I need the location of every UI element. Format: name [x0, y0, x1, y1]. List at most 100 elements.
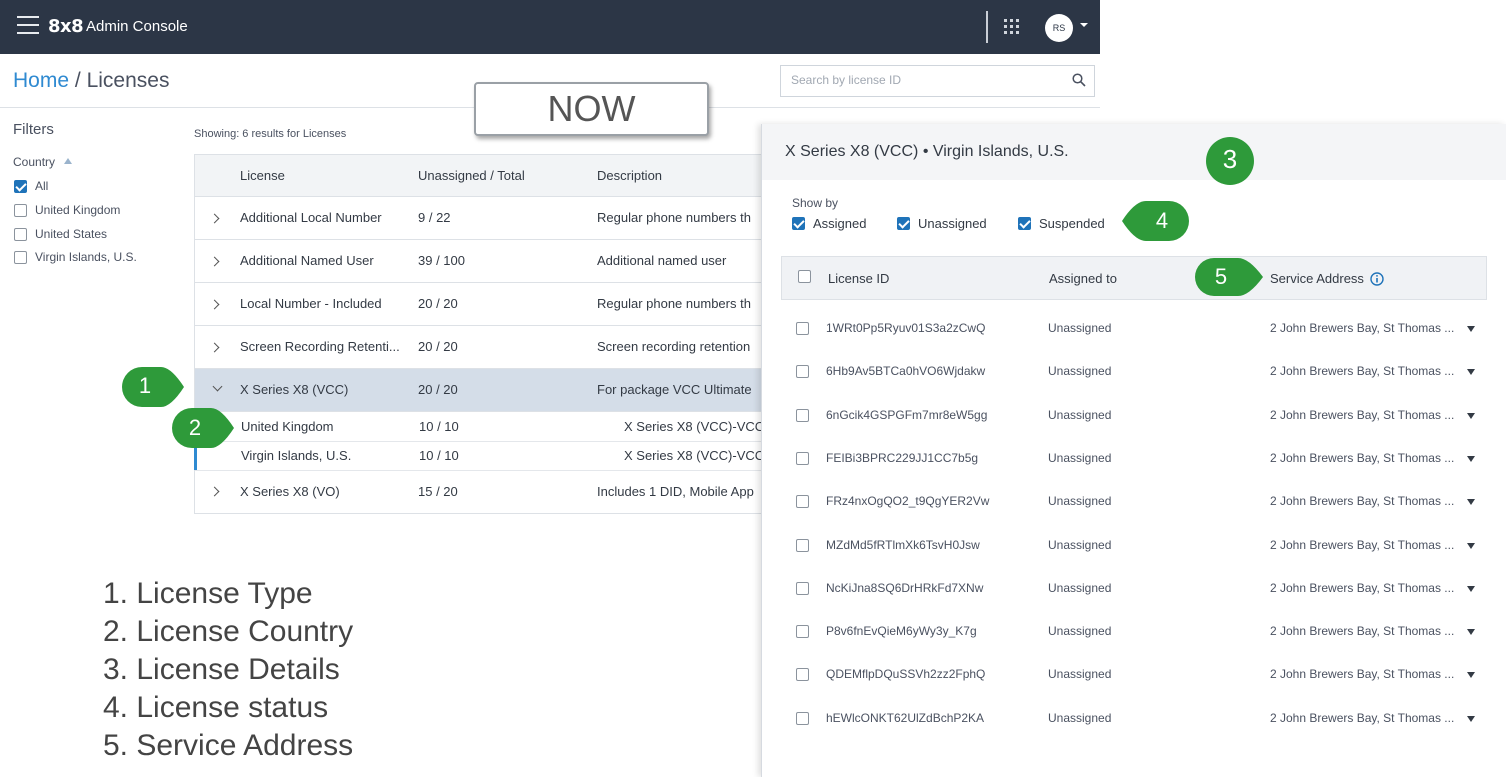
- search-box[interactable]: [780, 65, 1095, 97]
- table-row[interactable]: Screen Recording Retenti... 20 / 20 Scre…: [195, 326, 763, 369]
- caret-down-icon[interactable]: [1467, 326, 1475, 332]
- legend-item: 3. License Details: [103, 653, 340, 686]
- hamburger-icon[interactable]: [17, 16, 39, 34]
- license-description: Regular phone numbers th: [597, 296, 751, 311]
- chevron-right-icon[interactable]: [209, 213, 220, 224]
- apps-grid-icon[interactable]: [1004, 19, 1020, 35]
- filter-checkbox[interactable]: [14, 180, 27, 193]
- caret-down-icon[interactable]: [1467, 586, 1475, 592]
- service-address: 2 John Brewers Bay, St Thomas ...: [1270, 451, 1455, 465]
- breadcrumb-home-link[interactable]: Home: [13, 69, 69, 92]
- license-name: Additional Local Number: [240, 210, 382, 225]
- country-subrow[interactable]: Virgin Islands, U.S. 10 / 10 X Series X8…: [195, 442, 763, 471]
- brand-logo[interactable]: 8x8: [48, 16, 84, 37]
- license-id-row[interactable]: 6Hb9Av5BTCa0hVO6Wjdakw Unassigned 2 John B…: [781, 352, 1487, 395]
- license-id: FRz4nxOgQO2_t9QgYER2Vw: [826, 494, 990, 508]
- status-checkbox[interactable]: [1018, 217, 1031, 230]
- caret-down-icon[interactable]: [1467, 413, 1475, 419]
- filters-title: Filters: [13, 121, 54, 138]
- license-name: Additional Named User: [240, 253, 374, 268]
- column-header-description[interactable]: Description: [597, 155, 662, 197]
- row-checkbox[interactable]: [796, 668, 809, 681]
- assigned-to: Unassigned: [1048, 538, 1112, 552]
- filter-label: Virgin Islands, U.S.: [35, 250, 137, 264]
- subrow-count: 10 / 10: [419, 419, 459, 434]
- filter-checkbox[interactable]: [14, 204, 27, 217]
- marker-3-label: 3: [1222, 144, 1238, 174]
- service-address: 2 John Brewers Bay, St Thomas ...: [1270, 321, 1455, 335]
- filter-checkbox[interactable]: [14, 251, 27, 264]
- caret-down-icon[interactable]: [1467, 672, 1475, 678]
- column-header-service-address[interactable]: Service Address: [1270, 271, 1364, 286]
- row-checkbox[interactable]: [796, 495, 809, 508]
- license-id-row[interactable]: FRz4nxOgQO2_t9QgYER2Vw Unassigned 2 John B…: [781, 482, 1487, 525]
- chevron-down-icon[interactable]: [1080, 23, 1088, 27]
- country-filter-label[interactable]: Country: [13, 155, 55, 169]
- status-label: Suspended: [1039, 216, 1105, 231]
- license-description: Additional named user: [597, 253, 727, 268]
- license-id: 6nGcik4GSPGFm7mr8eW5gg: [826, 408, 988, 422]
- show-by-label: Show by: [792, 196, 839, 210]
- select-all-checkbox[interactable]: [798, 270, 811, 283]
- chevron-right-icon[interactable]: [209, 299, 220, 310]
- chevron-right-icon[interactable]: [209, 342, 220, 353]
- chevron-right-icon[interactable]: [209, 486, 220, 497]
- avatar[interactable]: RS: [1045, 14, 1073, 42]
- status-checkbox[interactable]: [792, 217, 805, 230]
- license-id-row[interactable]: 6nGcik4GSPGFm7mr8eW5gg Unassigned 2 John B…: [781, 396, 1487, 439]
- row-checkbox[interactable]: [796, 582, 809, 595]
- caret-down-icon[interactable]: [1467, 456, 1475, 462]
- license-id-row[interactable]: hEWlcONKT62UlZdBchP2KA Unassigned 2 John B…: [781, 699, 1487, 742]
- chevron-right-icon[interactable]: [209, 256, 220, 267]
- assigned-to: Unassigned: [1048, 321, 1112, 335]
- row-checkbox[interactable]: [796, 625, 809, 638]
- caret-down-icon[interactable]: [1467, 629, 1475, 635]
- table-row[interactable]: Local Number - Included 20 / 20 Regular …: [195, 283, 763, 326]
- assigned-to: Unassigned: [1048, 667, 1112, 681]
- column-header-license-id[interactable]: License ID: [828, 271, 889, 286]
- caret-down-icon[interactable]: [1467, 499, 1475, 505]
- service-address: 2 John Brewers Bay, St Thomas ...: [1270, 364, 1455, 378]
- row-checkbox[interactable]: [796, 539, 809, 552]
- license-id-row[interactable]: QDEMflpDQuSSVh2zz2FphQ Unassigned 2 John B…: [781, 655, 1487, 698]
- license-id-row[interactable]: 1WRt0Pp5Ryuv01S3a2zCwQ Unassigned 2 John B…: [781, 309, 1487, 352]
- status-checkbox[interactable]: [897, 217, 910, 230]
- status-label: Assigned: [813, 216, 867, 231]
- row-checkbox[interactable]: [796, 322, 809, 335]
- license-id-row[interactable]: MZdMd5fRTlmXk6TsvH0Jsw Unassigned 2 John B…: [781, 526, 1487, 569]
- column-header-license[interactable]: License: [240, 155, 285, 197]
- license-id-row[interactable]: NcKiJna8SQ6DrHRkFd7XNw Unassigned 2 John B…: [781, 569, 1487, 612]
- filter-checkbox[interactable]: [14, 228, 27, 241]
- license-name: X Series X8 (VO): [240, 484, 340, 499]
- license-id: MZdMd5fRTlmXk6TsvH0Jsw: [826, 538, 980, 552]
- license-id: NcKiJna8SQ6DrHRkFd7XNw: [826, 581, 984, 595]
- search-icon[interactable]: [1072, 73, 1086, 87]
- row-checkbox[interactable]: [796, 452, 809, 465]
- column-header-count[interactable]: Unassigned / Total: [418, 155, 525, 197]
- marker-5-label: 5: [1214, 264, 1228, 289]
- chevron-down-icon[interactable]: [212, 381, 223, 392]
- legend-list: 1. License Type 2. License Country 3. Li…: [103, 575, 353, 765]
- service-address: 2 John Brewers Bay, St Thomas ...: [1270, 711, 1455, 725]
- table-row[interactable]: Additional Named User 39 / 100 Additiona…: [195, 240, 763, 283]
- row-checkbox[interactable]: [796, 365, 809, 378]
- table-row[interactable]: X Series X8 (VO) 15 / 20 Includes 1 DID,…: [195, 471, 763, 513]
- caret-down-icon[interactable]: [1467, 369, 1475, 375]
- table-row-expanded[interactable]: X Series X8 (VCC) 20 / 20 For package VC…: [195, 369, 763, 412]
- panel-header: X Series X8 (VCC) • Virgin Islands, U.S.: [762, 124, 1506, 180]
- assigned-to: Unassigned: [1048, 364, 1112, 378]
- chevron-up-icon[interactable]: [64, 158, 72, 164]
- breadcrumb: Home / Licenses: [13, 69, 169, 93]
- row-checkbox[interactable]: [796, 712, 809, 725]
- search-input[interactable]: [791, 73, 1061, 87]
- license-count: 9 / 22: [418, 210, 451, 225]
- column-header-assigned-to[interactable]: Assigned to: [1049, 271, 1117, 286]
- license-id-row[interactable]: P8v6fnEvQieM6yWy3y_K7g Unassigned 2 John B…: [781, 612, 1487, 655]
- table-row[interactable]: Additional Local Number 9 / 22 Regular p…: [195, 197, 763, 240]
- caret-down-icon[interactable]: [1467, 716, 1475, 722]
- caret-down-icon[interactable]: [1467, 543, 1475, 549]
- row-checkbox[interactable]: [796, 409, 809, 422]
- country-subrow[interactable]: United Kingdom 10 / 10 X Series X8 (VCC)…: [195, 412, 763, 442]
- info-icon[interactable]: [1370, 272, 1384, 286]
- license-id-row[interactable]: FEIBi3BPRC229JJ1CC7b5g Unassigned 2 John B…: [781, 439, 1487, 482]
